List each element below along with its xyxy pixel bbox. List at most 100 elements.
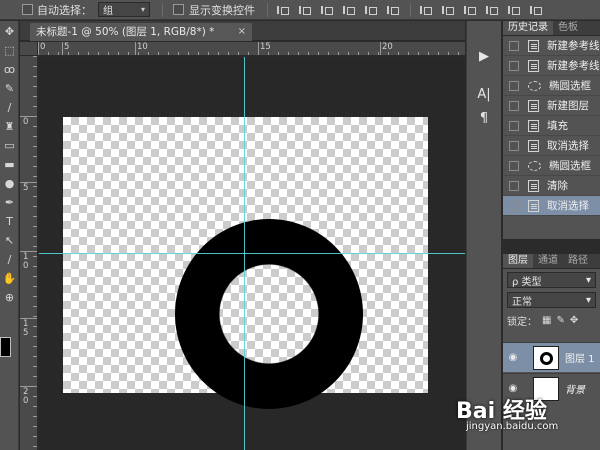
move-tool-icon[interactable]: ✥ — [1, 24, 18, 40]
layer-filter-dropdown[interactable]: ρ 类型 ▾ — [507, 272, 596, 288]
hand-tool-icon[interactable]: ✋ — [1, 271, 18, 287]
history-item-label: 取消选择 — [547, 200, 589, 212]
close-icon[interactable]: × — [238, 23, 246, 41]
distribute-left-icon[interactable] — [485, 4, 499, 16]
blend-mode-dropdown[interactable]: 正常 ▾ — [507, 292, 596, 308]
black-ring-shape[interactable] — [175, 219, 363, 409]
ruler-tick — [33, 106, 37, 107]
ruler-tick — [33, 86, 37, 87]
character-panel-icon[interactable]: A| — [472, 85, 496, 105]
horizontal-ruler[interactable]: 0 5 10 15 20 — [38, 42, 465, 56]
tab-channels[interactable]: 通道 — [533, 254, 563, 268]
history-state-icon — [528, 119, 539, 132]
history-snapshot-checkbox[interactable] — [509, 40, 519, 51]
eraser-tool-icon[interactable]: ▭ — [1, 138, 18, 154]
ruler-tick — [238, 52, 239, 55]
history-item-label: 填充 — [547, 120, 568, 132]
tab-layers[interactable]: 图层 — [503, 254, 533, 268]
paragraph-icon[interactable]: ¶ — [472, 109, 496, 129]
distribute-right-icon[interactable] — [529, 4, 543, 16]
ruler-tick — [88, 52, 89, 55]
ruler-tick — [158, 52, 159, 55]
ruler-tick — [198, 52, 199, 55]
ruler-tick — [138, 52, 139, 55]
distribute-hcenter-icon[interactable] — [507, 4, 521, 16]
canvas-transparent[interactable] — [63, 117, 428, 409]
ruler-tick — [128, 52, 129, 55]
line-tool-icon[interactable]: ∕ — [1, 252, 18, 268]
lasso-tool-icon[interactable]: ꝏ — [1, 62, 18, 78]
align-hcenter-icon[interactable] — [364, 4, 378, 16]
history-snapshot-checkbox[interactable] — [509, 160, 519, 171]
history-item[interactable]: 清除 — [503, 176, 600, 196]
ruler-tick — [48, 52, 49, 55]
brush-tool-icon[interactable]: ∕ — [1, 100, 18, 116]
lock-paint-icon[interactable]: ✎ — [556, 315, 564, 326]
distribute-vcenter-icon[interactable] — [441, 4, 455, 16]
ruler-tick — [308, 52, 309, 55]
lock-position-icon[interactable]: ✥ — [570, 315, 578, 326]
eye-icon[interactable]: ◉ — [503, 352, 523, 363]
pen-tool-icon[interactable]: ✒ — [1, 195, 18, 211]
history-snapshot-checkbox[interactable] — [509, 80, 519, 91]
stamp-tool-icon[interactable]: ♜ — [1, 119, 18, 135]
ruler-tick — [378, 52, 379, 55]
path-select-tool-icon[interactable]: ↖ — [1, 233, 18, 249]
history-item[interactable]: 取消选择 — [503, 196, 600, 216]
history-snapshot-checkbox[interactable] — [509, 60, 519, 71]
blur-tool-icon[interactable]: ● — [1, 176, 18, 192]
history-item[interactable]: 新建图层 — [503, 96, 600, 116]
tab-history[interactable]: 历史记录 — [503, 21, 553, 35]
show-transform-checkbox[interactable] — [173, 4, 184, 15]
foreground-color-swatch[interactable] — [0, 337, 11, 357]
auto-select-target-dropdown[interactable]: 组 ▾ — [98, 2, 150, 17]
history-snapshot-checkbox[interactable] — [509, 180, 519, 191]
history-panel: 历史记录 色板 新建参考线 新建参考线 椭圆选框 新建图层 填充 取消选择 椭圆选框 清除 取消… — [503, 21, 600, 240]
ruler-tick — [68, 52, 69, 55]
tab-paths[interactable]: 路径 — [563, 254, 593, 268]
distribute-bottom-icon[interactable] — [463, 4, 477, 16]
history-item[interactable]: 新建参考线 — [503, 56, 600, 76]
layer-row[interactable]: ◉ 图层 1 — [503, 342, 600, 372]
eyedropper-tool-icon[interactable]: ✎ — [1, 81, 18, 97]
ruler-major-tick — [62, 42, 63, 55]
vertical-ruler[interactable]: 0 5 1 0 1 5 2 0 — [20, 56, 38, 450]
play-icon[interactable]: ▶ — [472, 47, 496, 67]
lock-transparent-icon[interactable]: ▦ — [542, 315, 551, 326]
zoom-tool-icon[interactable]: ⊕ — [1, 290, 18, 306]
align-bottom-icon[interactable] — [320, 4, 334, 16]
ruler-tick — [118, 52, 119, 55]
document-tab-bar: 未标题-1 @ 50% (图层 1, RGB/8*) * × — [20, 21, 465, 41]
history-state-icon — [528, 99, 539, 112]
layers-panel-tabs: 图层 通道 路径 — [503, 254, 600, 269]
horizontal-guide[interactable] — [39, 253, 465, 254]
marquee-tool-icon[interactable]: ⬚ — [1, 43, 18, 59]
ruler-tick — [33, 416, 37, 417]
history-snapshot-checkbox[interactable] — [509, 100, 519, 111]
document-workspace[interactable] — [39, 57, 465, 450]
ruler-tick — [108, 52, 109, 55]
history-snapshot-checkbox[interactable] — [509, 140, 519, 151]
tab-swatches[interactable]: 色板 — [553, 21, 583, 35]
document-tab[interactable]: 未标题-1 @ 50% (图层 1, RGB/8*) * × — [30, 23, 252, 41]
history-item[interactable]: 取消选择 — [503, 136, 600, 156]
ruler-tick — [178, 52, 179, 55]
auto-select-checkbox[interactable] — [22, 4, 33, 15]
history-item[interactable]: 新建参考线 — [503, 36, 600, 56]
align-right-icon[interactable] — [386, 4, 400, 16]
history-item[interactable]: 椭圆选框 — [503, 156, 600, 176]
ruler-tick — [33, 366, 37, 367]
align-vcenter-icon[interactable] — [298, 4, 312, 16]
gradient-tool-icon[interactable]: ▬ — [1, 157, 18, 173]
history-item[interactable]: 椭圆选框 — [503, 76, 600, 96]
history-snapshot-checkbox[interactable] — [509, 120, 519, 131]
align-top-icon[interactable] — [276, 4, 290, 16]
align-left-icon[interactable] — [342, 4, 356, 16]
ruler-tick — [268, 52, 269, 55]
type-tool-icon[interactable]: T — [1, 214, 18, 230]
ellipse-marquee-icon — [528, 161, 541, 171]
distribute-top-icon[interactable] — [419, 4, 433, 16]
ruler-origin[interactable] — [20, 42, 38, 56]
history-snapshot-checkbox[interactable] — [509, 200, 519, 211]
history-item[interactable]: 填充 — [503, 116, 600, 136]
